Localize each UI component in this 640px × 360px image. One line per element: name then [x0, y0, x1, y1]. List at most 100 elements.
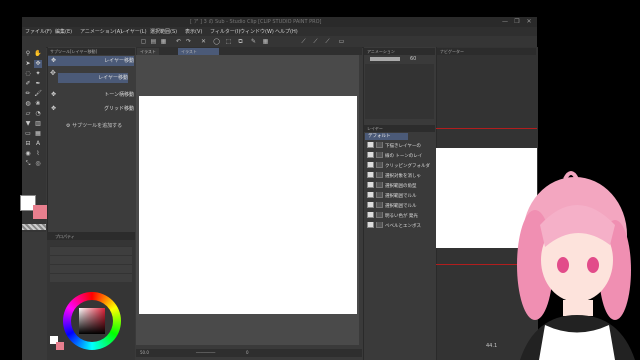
layer-row[interactable]: クリッピングフォルダ — [365, 162, 434, 171]
menu-animation[interactable]: アニメーション(A) — [80, 28, 122, 35]
layer-row[interactable]: 選択範囲でルル — [365, 192, 434, 201]
ruler2-icon[interactable]: ⟋ — [312, 38, 319, 45]
ruler-tool-icon[interactable]: ⊟ — [24, 140, 32, 148]
hand-tool-icon[interactable]: ✋ — [34, 50, 42, 58]
add-subtool-button[interactable]: ⚙ サブツールを追加する — [66, 122, 122, 129]
menu-view[interactable]: 表示(V) — [185, 28, 202, 35]
animation-track[interactable] — [370, 57, 400, 61]
timeline-area[interactable] — [365, 64, 434, 119]
close-button[interactable]: ✕ — [524, 17, 534, 26]
rotate-icon[interactable]: ◯ — [213, 38, 220, 45]
drawing-canvas[interactable] — [139, 96, 357, 314]
layer-row[interactable]: 選択範囲の角型 — [365, 182, 434, 191]
grid-icon[interactable]: ▦ — [262, 38, 269, 45]
doc-tab[interactable]: イラスト — [137, 48, 159, 55]
fill-tool-icon[interactable]: ▼ — [24, 120, 32, 128]
frame-tool-icon[interactable]: ▦ — [34, 130, 42, 138]
menu-window[interactable]: ウィンドウ(W) — [240, 28, 274, 35]
window-title: [ ア ] 3 の Sub - Studio Clip [CLIP STUDIO… — [190, 19, 322, 25]
layer-row[interactable]: 線の トーンのレイ — [365, 152, 434, 161]
visibility-checkbox[interactable] — [367, 212, 374, 218]
balloon-tool-icon[interactable]: ◉ — [24, 150, 32, 158]
save-icon[interactable]: ▦ — [160, 38, 167, 45]
visibility-checkbox[interactable] — [367, 222, 374, 228]
line-fix-tool-icon[interactable]: ⌇ — [34, 150, 42, 158]
correct-tool-icon[interactable]: ⤡ — [24, 160, 32, 168]
eyedropper-icon[interactable]: ✐ — [24, 80, 32, 88]
visibility-checkbox[interactable] — [367, 202, 374, 208]
zoom-value[interactable]: 50.0 — [140, 349, 149, 357]
menu-selection[interactable]: 選択範囲(S) — [150, 28, 177, 35]
magic-wand-icon[interactable]: ✦ — [34, 70, 42, 78]
sub-color-swatch[interactable] — [33, 205, 47, 219]
redo-icon[interactable]: ↷ — [185, 38, 192, 45]
navigator-zoom[interactable]: 44.1 — [486, 343, 497, 349]
layer-row[interactable]: 選択対象を消しゃ — [365, 172, 434, 181]
gradient-tool-icon[interactable]: ▥ — [34, 120, 42, 128]
layer-row[interactable]: 明るい色が 発光 — [365, 212, 434, 221]
animation-tab[interactable]: アニメーション — [364, 48, 435, 55]
transform-icon[interactable]: ⧉ — [237, 38, 244, 45]
subtool-item[interactable]: ✥ レイヤー移動 — [48, 56, 134, 66]
clear-icon[interactable]: ✕ — [200, 38, 207, 45]
blend-mode-select[interactable]: デフォルト — [365, 133, 408, 140]
panel-icon[interactable]: ▭ — [338, 38, 345, 45]
sub-color-mini[interactable] — [56, 342, 64, 350]
open-icon[interactable]: ▤ — [150, 38, 157, 45]
visibility-checkbox[interactable] — [367, 192, 374, 198]
airbrush-tool-icon[interactable]: ◍ — [24, 100, 32, 108]
ruler3-icon[interactable]: ⟋ — [324, 38, 331, 45]
layer-row[interactable]: 選択範囲でルル — [365, 202, 434, 211]
property-tab[interactable]: プロパティ — [52, 233, 115, 240]
layer-row[interactable]: ベベルとエンボス — [365, 222, 434, 231]
lasso-tool-icon[interactable]: ◌ — [24, 70, 32, 78]
layer-row[interactable]: 下描きレイヤーの — [365, 142, 434, 151]
angle-value[interactable]: 0 — [246, 349, 249, 357]
folder-icon — [376, 162, 383, 168]
pen-tool-icon[interactable]: ✒ — [34, 80, 42, 88]
eraser-tool-icon[interactable]: ▱ — [24, 110, 32, 118]
pencil-tool-icon[interactable]: ✏ — [24, 90, 32, 98]
deselect-icon[interactable]: ⬚ — [225, 38, 232, 45]
folder-icon — [376, 152, 383, 158]
saturation-square[interactable] — [79, 308, 105, 334]
move-icon: ✥ — [51, 91, 57, 98]
folder-icon — [376, 142, 383, 148]
misc-tool-icon[interactable]: ◎ — [34, 160, 42, 168]
visibility-checkbox[interactable] — [367, 142, 374, 148]
subtool-item[interactable]: レイヤー移動 — [58, 73, 128, 83]
pen-icon[interactable]: ✎ — [250, 38, 257, 45]
decoration-tool-icon[interactable]: ❀ — [34, 100, 42, 108]
maximize-button[interactable]: ❐ — [512, 17, 522, 26]
zoom-tool-icon[interactable]: ⚲ — [24, 50, 32, 58]
brush-tool-icon[interactable]: 🖌 — [34, 90, 42, 98]
subtool-item[interactable]: ✥ トーン柄移動 — [48, 90, 134, 100]
menu-edit[interactable]: 編集(E) — [55, 28, 72, 35]
ruler-icon[interactable]: ⟋ — [300, 38, 307, 45]
new-icon[interactable]: ▢ — [140, 38, 147, 45]
text-tool-icon[interactable]: A — [34, 140, 42, 148]
subtool-item[interactable]: ✥ グリッド移動 — [48, 104, 134, 114]
move-layer-tool-icon[interactable]: ✥ — [34, 60, 42, 68]
transparent-color-swatch[interactable] — [22, 224, 46, 230]
visibility-checkbox[interactable] — [367, 152, 374, 158]
minimize-button[interactable]: — — [500, 17, 510, 26]
subtool-tab[interactable]: サブツール[レイヤー移動] — [47, 48, 135, 55]
menu-layer[interactable]: レイヤー(L) — [120, 28, 147, 35]
visibility-checkbox[interactable] — [367, 182, 374, 188]
menu-file[interactable]: ファイル(F) — [25, 28, 52, 35]
zoom-slider[interactable]: ──────── — [196, 349, 215, 357]
doc-tab-active[interactable]: イラスト — [178, 48, 219, 55]
menu-help[interactable]: ヘルプ(H) — [275, 28, 298, 35]
visibility-checkbox[interactable] — [367, 172, 374, 178]
undo-icon[interactable]: ↶ — [175, 38, 182, 45]
status-bar: 50.0 ──────── 0 — [136, 349, 362, 357]
menu-filter[interactable]: フィルター(I) — [210, 28, 240, 35]
blend-tool-icon[interactable]: ◔ — [34, 110, 42, 118]
layer-tab[interactable]: レイヤー — [364, 125, 435, 132]
figure-tool-icon[interactable]: ▭ — [24, 130, 32, 138]
navigator-tab[interactable]: ナビゲーター — [437, 48, 536, 55]
operation-tool-icon[interactable]: ➤ — [24, 60, 32, 68]
folder-icon — [376, 192, 383, 198]
visibility-checkbox[interactable] — [367, 162, 374, 168]
